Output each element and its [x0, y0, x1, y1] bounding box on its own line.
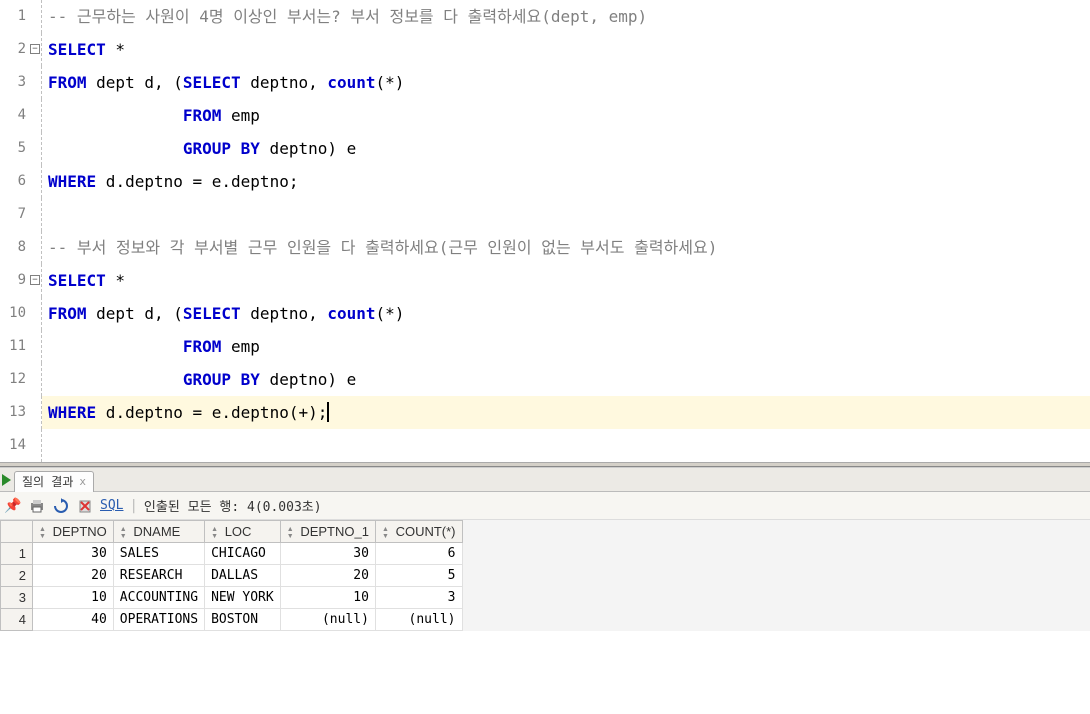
line-number: 6	[0, 165, 30, 198]
table-row[interactable]: 130SALESCHICAGO306	[1, 543, 463, 565]
line-number: 14	[0, 429, 30, 462]
code-line[interactable]: GROUP BY deptno) e	[42, 132, 1090, 165]
data-cell[interactable]: DALLAS	[205, 565, 281, 587]
data-cell[interactable]: BOSTON	[205, 609, 281, 631]
fold-gutter[interactable]	[30, 165, 42, 198]
line-number: 4	[0, 99, 30, 132]
toolbar-divider: |	[129, 498, 137, 514]
fold-gutter[interactable]	[30, 330, 42, 363]
sql-link[interactable]: SQL	[100, 498, 123, 513]
data-cell[interactable]: 6	[375, 543, 462, 565]
row-number-cell: 2	[1, 565, 33, 587]
line-number: 13	[0, 396, 30, 429]
data-cell[interactable]: 10	[33, 587, 114, 609]
fold-gutter[interactable]: −	[30, 264, 42, 297]
delete-icon[interactable]	[76, 497, 94, 515]
row-number-cell: 1	[1, 543, 33, 565]
fold-gutter[interactable]	[30, 363, 42, 396]
pin-icon[interactable]: 📌	[4, 497, 22, 515]
results-tab-bar: 질의 결과 x	[0, 468, 1090, 492]
results-toolbar: 📌 SQL | 인출된 모든 행: 4(0.003초)	[0, 492, 1090, 520]
fold-gutter[interactable]	[30, 429, 42, 462]
code-line[interactable]: -- 근무하는 사원이 4명 이상인 부서는? 부서 정보를 다 출력하세요(d…	[42, 0, 1090, 33]
code-line[interactable]: WHERE d.deptno = e.deptno;	[42, 165, 1090, 198]
table-row[interactable]: 310ACCOUNTINGNEW YORK103	[1, 587, 463, 609]
fold-gutter[interactable]	[30, 132, 42, 165]
line-number: 12	[0, 363, 30, 396]
column-header[interactable]: LOC	[205, 521, 281, 543]
fold-gutter[interactable]	[30, 99, 42, 132]
line-number: 5	[0, 132, 30, 165]
fetch-status: 인출된 모든 행: 4(0.003초)	[144, 496, 322, 515]
refresh-icon[interactable]	[52, 497, 70, 515]
results-panel: 질의 결과 x 📌 SQL | 인출된 모든 행: 4(0.003초) DEPT…	[0, 467, 1090, 631]
code-line[interactable]: FROM emp	[42, 330, 1090, 363]
line-number: 7	[0, 198, 30, 231]
tab-close-icon[interactable]: x	[79, 475, 86, 488]
data-cell[interactable]: 5	[375, 565, 462, 587]
code-line[interactable]	[42, 429, 1090, 462]
run-indicator-icon	[2, 474, 11, 486]
data-cell[interactable]: (null)	[375, 609, 462, 631]
data-cell[interactable]: ACCOUNTING	[113, 587, 204, 609]
table-row[interactable]: 440OPERATIONSBOSTON(null)(null)	[1, 609, 463, 631]
fold-gutter[interactable]	[30, 0, 42, 33]
fold-gutter[interactable]: −	[30, 33, 42, 66]
line-number: 3	[0, 66, 30, 99]
line-number: 1	[0, 0, 30, 33]
data-cell[interactable]: CHICAGO	[205, 543, 281, 565]
data-cell[interactable]: (null)	[280, 609, 375, 631]
column-header[interactable]: DNAME	[113, 521, 204, 543]
fold-collapse-icon[interactable]: −	[30, 275, 40, 285]
line-number: 9	[0, 264, 30, 297]
fold-gutter[interactable]	[30, 396, 42, 429]
results-grid-wrapper: DEPTNO DNAME LOC DEPTNO_1 COUNT(*)130SAL…	[0, 520, 1090, 631]
row-number-cell: 4	[1, 609, 33, 631]
line-number: 2	[0, 33, 30, 66]
fold-gutter[interactable]	[30, 198, 42, 231]
table-row[interactable]: 220RESEARCHDALLAS205	[1, 565, 463, 587]
fold-collapse-icon[interactable]: −	[30, 44, 40, 54]
data-cell[interactable]: NEW YORK	[205, 587, 281, 609]
line-number: 10	[0, 297, 30, 330]
code-line[interactable]: FROM dept d, (SELECT deptno, count(*)	[42, 297, 1090, 330]
data-cell[interactable]: 20	[33, 565, 114, 587]
data-cell[interactable]: SALES	[113, 543, 204, 565]
data-cell[interactable]: 30	[33, 543, 114, 565]
data-cell[interactable]: 20	[280, 565, 375, 587]
data-cell[interactable]: 40	[33, 609, 114, 631]
tab-label: 질의 결과	[22, 473, 73, 490]
code-line[interactable]: SELECT *	[42, 33, 1090, 66]
code-line[interactable]: FROM emp	[42, 99, 1090, 132]
data-cell[interactable]: RESEARCH	[113, 565, 204, 587]
fold-gutter[interactable]	[30, 297, 42, 330]
code-line[interactable]: FROM dept d, (SELECT deptno, count(*)	[42, 66, 1090, 99]
column-header[interactable]: DEPTNO_1	[280, 521, 375, 543]
data-cell[interactable]: OPERATIONS	[113, 609, 204, 631]
column-header[interactable]: DEPTNO	[33, 521, 114, 543]
fold-gutter[interactable]	[30, 231, 42, 264]
row-number-cell: 3	[1, 587, 33, 609]
data-cell[interactable]: 10	[280, 587, 375, 609]
code-line[interactable]: GROUP BY deptno) e	[42, 363, 1090, 396]
code-line[interactable]: WHERE d.deptno = e.deptno(+);	[42, 396, 1090, 429]
text-cursor	[327, 402, 329, 422]
tab-query-result[interactable]: 질의 결과 x	[14, 471, 94, 492]
line-number: 11	[0, 330, 30, 363]
fold-gutter[interactable]	[30, 66, 42, 99]
data-cell[interactable]: 30	[280, 543, 375, 565]
line-number: 8	[0, 231, 30, 264]
results-table[interactable]: DEPTNO DNAME LOC DEPTNO_1 COUNT(*)130SAL…	[0, 520, 463, 631]
row-number-header	[1, 521, 33, 543]
data-cell[interactable]: 3	[375, 587, 462, 609]
column-header[interactable]: COUNT(*)	[375, 521, 462, 543]
code-line[interactable]: -- 부서 정보와 각 부서별 근무 인원을 다 출력하세요(근무 인원이 없는…	[42, 231, 1090, 264]
code-line[interactable]	[42, 198, 1090, 231]
sql-editor[interactable]: 1 -- 근무하는 사원이 4명 이상인 부서는? 부서 정보를 다 출력하세요(…	[0, 0, 1090, 462]
print-icon[interactable]	[28, 497, 46, 515]
code-line[interactable]: SELECT *	[42, 264, 1090, 297]
